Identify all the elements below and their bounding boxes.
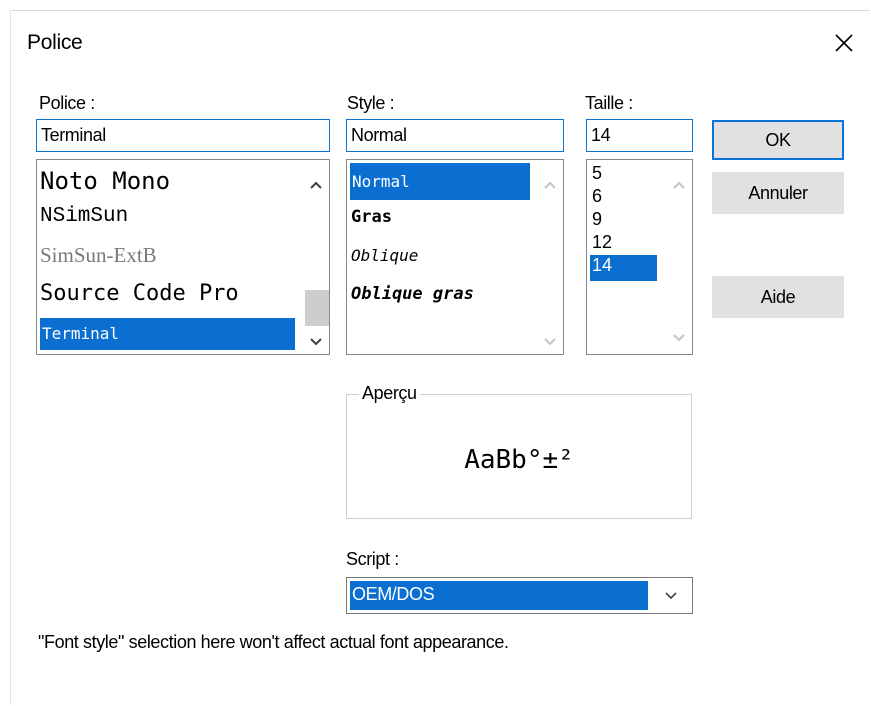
chevron-down-icon[interactable] (672, 333, 686, 343)
style-item-oblique-gras[interactable]: Oblique gras (351, 284, 474, 304)
size-list[interactable]: 5 6 9 12 14 (586, 159, 693, 355)
style-item-gras[interactable]: Gras (351, 207, 392, 227)
dialog-title: Police (27, 31, 83, 54)
font-label: Police : (39, 93, 95, 113)
preview-group: Aperçu AaBb°±² (346, 383, 692, 519)
font-dialog: Police Police : Terminal Noto Mono NSimS… (10, 10, 870, 705)
font-list-scroll-thumb[interactable] (305, 290, 329, 326)
preview-sample: AaBb°±² (464, 445, 574, 475)
style-item-oblique[interactable]: Oblique (351, 246, 418, 265)
size-item-6[interactable]: 6 (592, 186, 602, 206)
help-button[interactable]: Aide (712, 276, 844, 318)
style-item-normal[interactable]: Normal (350, 163, 530, 200)
font-name-input[interactable]: Terminal (36, 119, 330, 152)
preview-label: Aperçu (359, 383, 420, 404)
close-icon (835, 34, 853, 52)
chevron-down-icon[interactable] (543, 337, 557, 347)
style-label: Style : (347, 93, 395, 113)
cancel-button[interactable]: Annuler (712, 172, 844, 214)
font-list[interactable]: Noto Mono NSimSun SimSun-ExtB Source Cod… (36, 159, 330, 355)
font-item-nsimsun[interactable]: NSimSun (40, 205, 128, 228)
size-list-scrollbar[interactable] (666, 160, 692, 354)
style-list-scrollbar[interactable] (537, 160, 563, 354)
size-label: Taille : (585, 93, 633, 113)
close-button[interactable] (829, 28, 859, 58)
font-item-terminal[interactable]: Terminal (40, 318, 295, 350)
script-label: Script : (346, 549, 399, 569)
chevron-down-icon[interactable] (309, 337, 323, 347)
script-select[interactable]: OEM/DOS (346, 577, 693, 614)
font-style-note: "Font style" selection here won't affect… (38, 632, 509, 652)
chevron-up-icon[interactable] (309, 180, 323, 190)
chevron-up-icon[interactable] (672, 180, 686, 190)
script-select-value: OEM/DOS (350, 581, 648, 610)
size-input[interactable]: 14 (586, 119, 693, 152)
style-input[interactable]: Normal (346, 119, 564, 152)
ok-button[interactable]: OK (712, 120, 844, 160)
style-list[interactable]: Normal Gras Oblique Oblique gras (346, 159, 564, 355)
size-item-14[interactable]: 14 (590, 255, 657, 281)
size-item-9[interactable]: 9 (592, 209, 602, 229)
size-item-12[interactable]: 12 (592, 232, 612, 252)
chevron-up-icon[interactable] (543, 180, 557, 190)
size-item-5[interactable]: 5 (592, 163, 602, 183)
font-list-scrollbar[interactable] (303, 160, 329, 354)
font-item-source-code-pro[interactable]: Source Code Pro (40, 281, 239, 306)
chevron-down-icon[interactable] (664, 591, 678, 601)
font-item-noto-mono[interactable]: Noto Mono (40, 167, 170, 195)
font-item-simsun-extb[interactable]: SimSun-ExtB (40, 243, 157, 268)
